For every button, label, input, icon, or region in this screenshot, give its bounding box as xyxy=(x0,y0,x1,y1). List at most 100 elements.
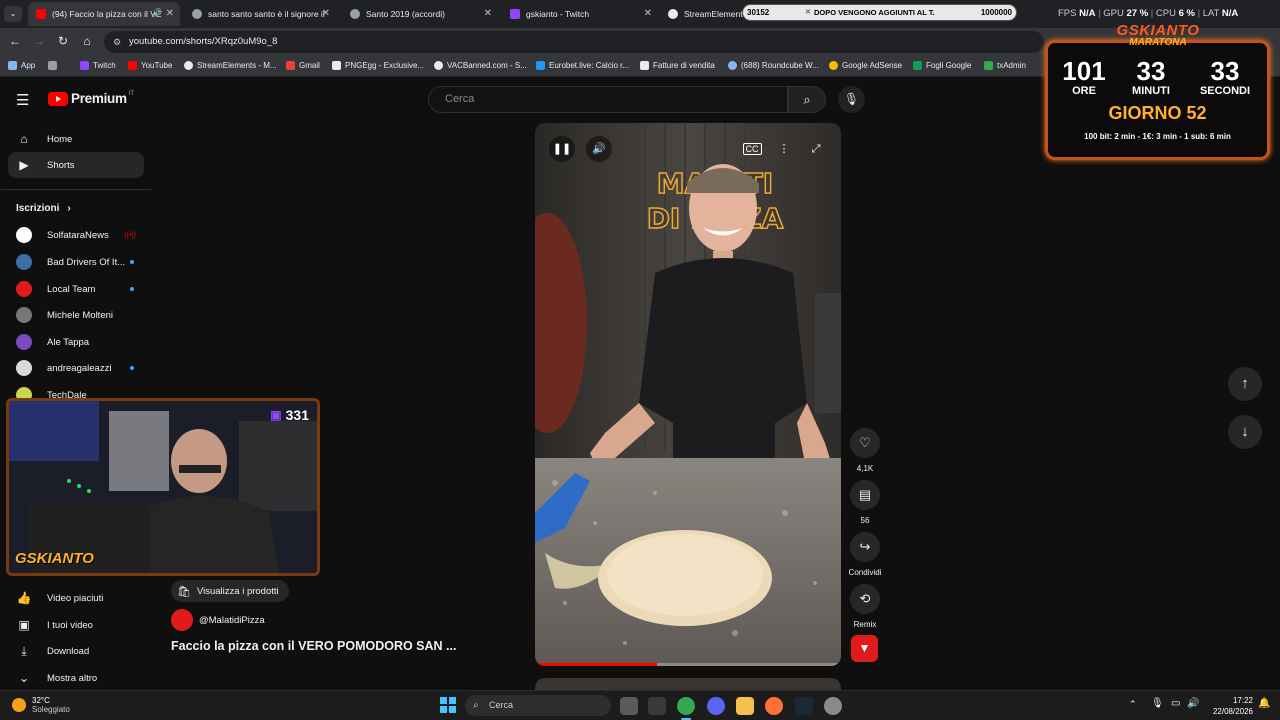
clock-date: 22/08/2026 xyxy=(1212,707,1253,716)
discord-icon[interactable] xyxy=(707,697,725,715)
bookmark-eurobet[interactable]: Eurobet.live: Calcio r... xyxy=(536,61,629,70)
play-square-icon: ▣ xyxy=(18,618,30,632)
bookmark-gmail[interactable]: Gmail xyxy=(286,61,320,70)
bookmark-txadmin[interactable]: txAdmin xyxy=(984,61,1026,70)
back-icon[interactable]: ← xyxy=(7,34,23,48)
eurobet-icon xyxy=(536,61,545,70)
tab-groups-icon[interactable] xyxy=(48,61,61,70)
weather-widget[interactable]: 32°C Soleggiato xyxy=(12,696,70,714)
youtube-logo[interactable]: Premium IT xyxy=(48,91,134,106)
bookmark-app[interactable]: App xyxy=(8,61,35,70)
volume-button[interactable]: 🔊 xyxy=(586,136,612,162)
bookmark-twitch[interactable]: Twitch xyxy=(80,61,116,70)
bookmark-pngegg[interactable]: PNGEgg - Exclusive... xyxy=(332,61,424,70)
search-input[interactable]: Cerca xyxy=(428,86,788,113)
remix-button[interactable]: ⟲ Remix xyxy=(849,584,881,629)
forward-icon[interactable]: → xyxy=(31,34,47,48)
store-icon[interactable] xyxy=(648,697,666,715)
bookmark-fatture[interactable]: Fatture di vendita xyxy=(640,61,715,70)
more-options-button[interactable]: ⋮ xyxy=(771,136,797,162)
notifications-icon[interactable]: 🔔 xyxy=(1258,698,1270,709)
share-label: Condividi xyxy=(848,568,882,577)
tab-title: Santo 2019 (accordi) xyxy=(366,9,445,19)
firefox-icon[interactable] xyxy=(765,697,783,715)
shorts-icon: ▶ xyxy=(19,158,29,172)
subscription-solfataranews[interactable]: SolfataraNews ((•)) xyxy=(8,222,144,248)
taskbar-search[interactable]: ⌕ Cerca xyxy=(465,695,611,716)
sidebar-item-show-more[interactable]: ⌄ Mostra altro xyxy=(8,665,144,691)
task-view-icon[interactable] xyxy=(620,697,638,715)
file-explorer-icon[interactable] xyxy=(736,697,754,715)
shorts-video-player[interactable]: MALATI DI PIZZA ❚❚ 🔊 CC ⋮ ⤢ xyxy=(535,123,841,666)
close-tab-icon[interactable]: ✕ xyxy=(484,8,492,19)
chevron-up-icon[interactable]: ⌃ xyxy=(1129,699,1137,710)
subscription-michele-molteni[interactable]: Michele Molteni xyxy=(8,302,144,328)
speaker-icon[interactable]: 🔊 xyxy=(1187,698,1199,709)
bookmark-youtube[interactable]: YouTube xyxy=(128,61,172,70)
menu-icon[interactable]: ☰ xyxy=(16,91,29,109)
close-tab-icon[interactable]: ✕ xyxy=(166,8,174,19)
clock[interactable]: 17:22 22/08/2026 xyxy=(1205,695,1253,717)
browser-tab-youtube[interactable]: (94) Faccio la pizza con il VE 🔊 ✕ xyxy=(28,2,180,26)
close-tab-icon[interactable]: ✕ xyxy=(322,8,330,19)
sidebar-item-shorts[interactable]: ▶ Shorts xyxy=(8,152,144,178)
short-title[interactable]: Faccio la pizza con il VERO POMODORO SAN… xyxy=(171,639,456,653)
obs-icon[interactable] xyxy=(824,697,842,715)
voice-search-button[interactable]: 🎙 xyxy=(838,86,865,113)
subscription-ale-tappa[interactable]: Ale Tappa xyxy=(8,329,144,355)
captions-button[interactable]: CC xyxy=(739,136,765,162)
txadmin-icon xyxy=(984,61,993,70)
fullscreen-button[interactable]: ⤢ xyxy=(803,136,829,162)
microphone-icon[interactable]: 🎙 xyxy=(1151,698,1164,709)
sidebar-item-download[interactable]: ⤓ Download xyxy=(8,638,144,664)
bookmark-vacbanned[interactable]: VACBanned.com - S... xyxy=(434,61,527,70)
bookmark-fogli[interactable]: Fogli Google xyxy=(913,61,971,70)
site-info-icon[interactable]: ⚙ xyxy=(113,31,121,53)
home-icon[interactable]: ⌂ xyxy=(79,34,95,48)
subscription-bad-drivers[interactable]: Bad Drivers Of It... xyxy=(8,249,144,275)
network-icon[interactable]: ▭ xyxy=(1171,698,1180,709)
roundcube-icon xyxy=(728,61,737,70)
progress-bar[interactable] xyxy=(535,663,841,666)
windows-start-icon[interactable] xyxy=(440,697,456,713)
browser-tab-twitch[interactable]: gskianto - Twitch ✕ xyxy=(502,2,658,26)
reload-icon[interactable]: ↻ xyxy=(55,34,71,48)
subscription-local-team[interactable]: Local Team xyxy=(8,276,144,302)
heart-icon: ♡ xyxy=(850,428,880,458)
close-tab-icon[interactable]: ✕ xyxy=(644,8,652,19)
channel-avatar xyxy=(171,609,193,631)
avatar xyxy=(16,307,32,323)
subscription-andreagaleazzi[interactable]: andreagaleazzi xyxy=(8,355,144,381)
channel-link[interactable]: @MalatidiPizza xyxy=(171,609,265,631)
captions-icon: CC xyxy=(742,143,762,155)
speaker-icon[interactable]: 🔊 xyxy=(152,8,162,17)
sidebar-item-home[interactable]: ⌂ Home xyxy=(8,126,144,152)
bookmark-roundcube[interactable]: (688) Roundcube W... xyxy=(728,61,819,70)
bookmark-streamelements[interactable]: StreamElements - M... xyxy=(184,61,277,70)
sidebar-item-liked-videos[interactable]: 👍 Video piaciuti xyxy=(8,585,144,611)
avatar xyxy=(16,360,32,376)
like-button[interactable]: ♡ 4,1K xyxy=(849,428,881,473)
next-short-preview xyxy=(535,678,841,690)
bookmark-adsense[interactable]: Google AdSense xyxy=(829,61,902,70)
next-short-button[interactable]: ↓ xyxy=(1228,415,1262,449)
view-products-button[interactable]: 🛍 Visualizza i prodotti xyxy=(171,580,289,602)
search-button[interactable]: ⌕ xyxy=(788,86,826,113)
tab-search-button[interactable]: ⌄ xyxy=(4,6,22,22)
sound-thumbnail[interactable]: ▼ xyxy=(851,635,878,662)
share-button[interactable]: ↪ Condividi xyxy=(849,532,881,577)
comments-button[interactable]: ▤ 56 xyxy=(849,480,881,525)
steam-icon[interactable] xyxy=(795,697,813,715)
sidebar-item-your-videos[interactable]: ▣ I tuoi video xyxy=(8,612,144,638)
subscriptions-header[interactable]: Iscrizioni › xyxy=(16,203,71,214)
address-bar[interactable]: ⚙ youtube.com/shorts/XRqz0uM9o_8 xyxy=(104,31,1044,53)
url-text: youtube.com/shorts/XRqz0uM9o_8 xyxy=(129,36,278,47)
chrome-icon[interactable] xyxy=(677,697,695,715)
browser-tab-accordi[interactable]: Santo 2019 (accordi) ✕ xyxy=(342,2,498,26)
browser-tab-santo[interactable]: santo santo santo è il signore il ✕ xyxy=(184,2,336,26)
volume-icon: 🔊 xyxy=(592,143,606,155)
timer-hours: 101 xyxy=(1062,56,1106,86)
pause-button[interactable]: ❚❚ xyxy=(549,136,575,162)
streamelements-icon xyxy=(668,9,678,19)
previous-short-button[interactable]: ↑ xyxy=(1228,367,1262,401)
